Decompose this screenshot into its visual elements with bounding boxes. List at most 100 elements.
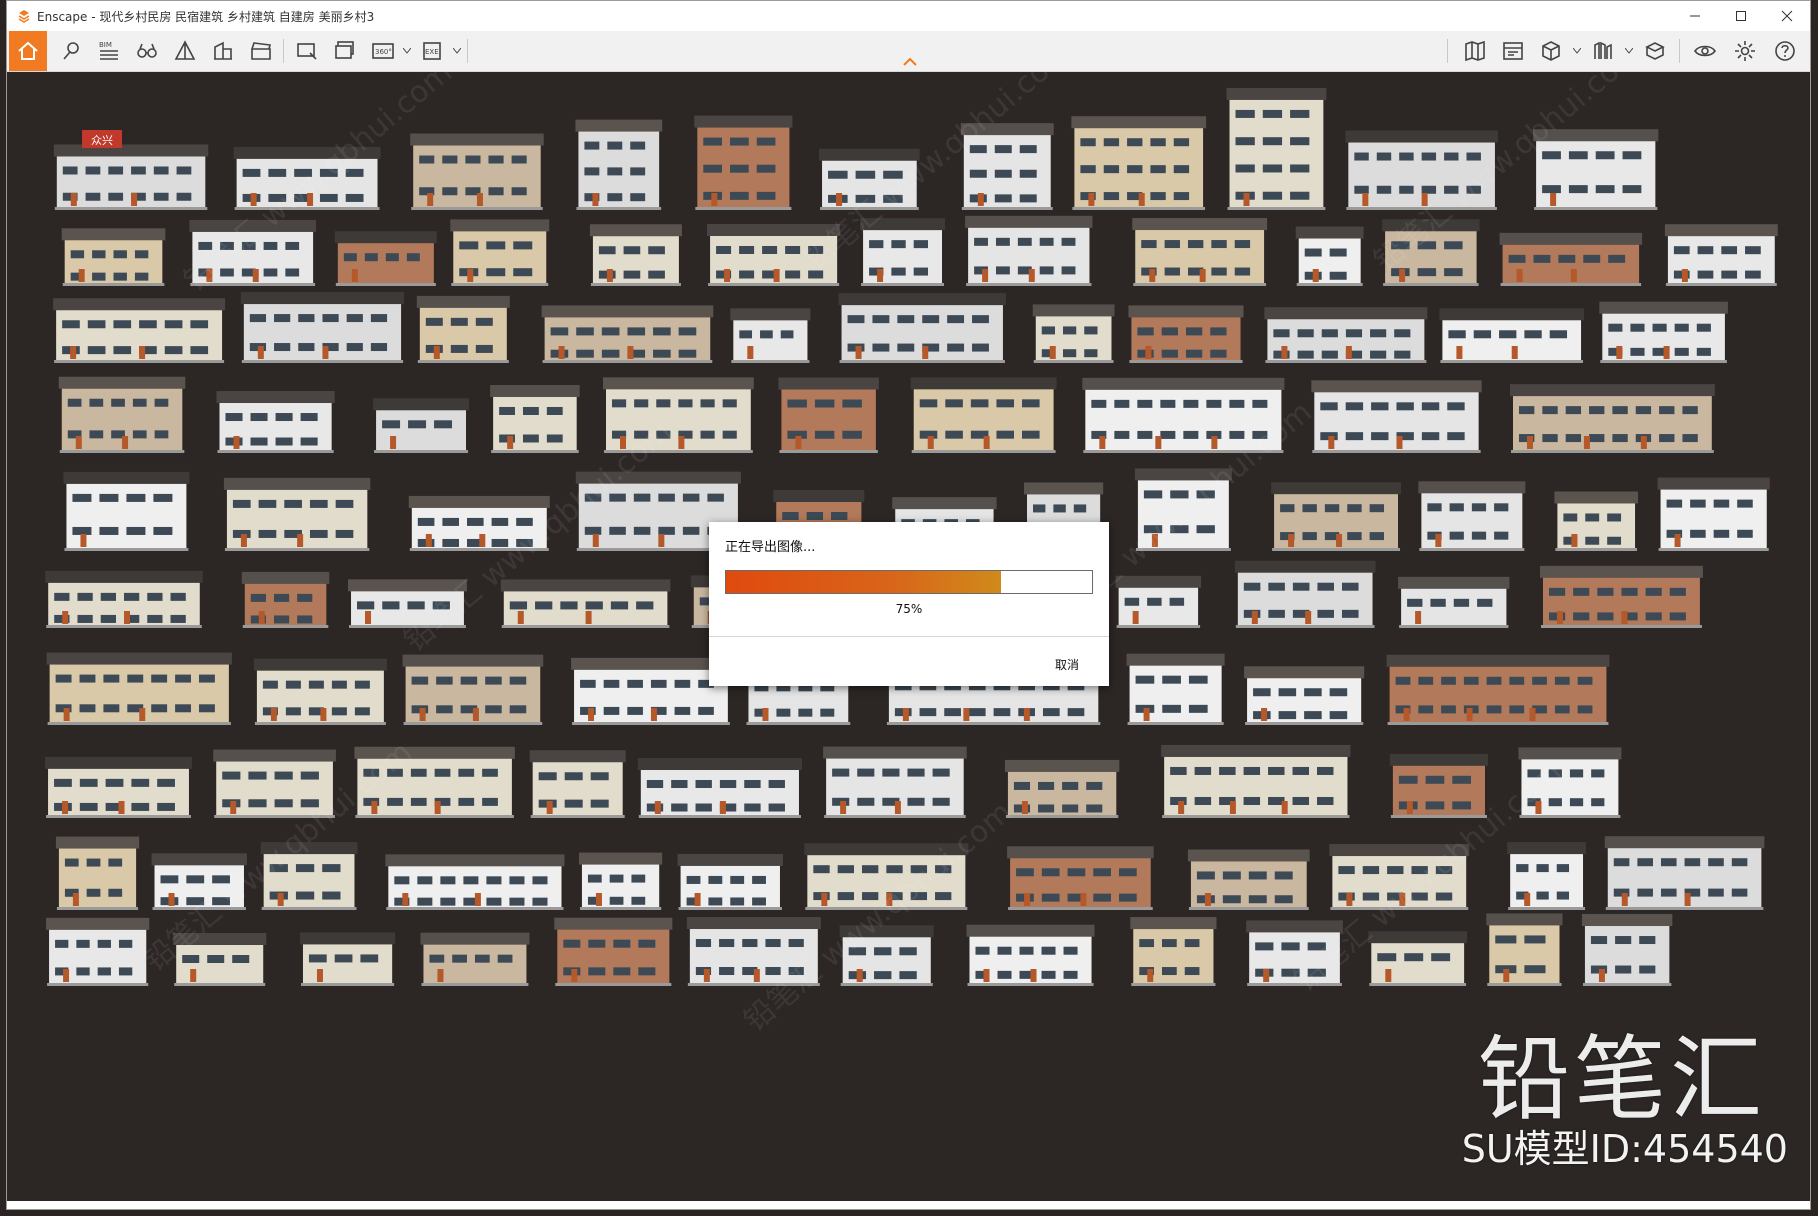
building-model (253, 658, 387, 725)
close-icon (1781, 10, 1793, 22)
main-toolbar: BIM 360° EXE (7, 31, 1810, 72)
building-model (578, 852, 663, 910)
progress-bar-fill (726, 571, 1001, 593)
panorama-button[interactable]: 360° (367, 35, 399, 67)
building-model (216, 391, 335, 453)
building-model (1657, 477, 1770, 551)
close-button[interactable] (1764, 1, 1810, 31)
building-model (1295, 226, 1364, 286)
chevron-down-icon[interactable] (1573, 48, 1581, 54)
building-model (61, 228, 166, 286)
views-button[interactable] (55, 35, 87, 67)
building-model (1599, 301, 1728, 363)
building-model (1004, 759, 1120, 818)
building-model (838, 293, 1006, 363)
building-model (910, 377, 1057, 453)
maximize-button[interactable] (1718, 1, 1764, 31)
building-model (1382, 219, 1480, 286)
building-model (602, 377, 754, 453)
export-exe-button[interactable]: EXE (417, 35, 449, 67)
building-model (233, 146, 381, 210)
building-model (1234, 560, 1376, 628)
material-button[interactable] (1639, 35, 1671, 67)
video-button[interactable] (245, 35, 277, 67)
building-model (490, 384, 580, 453)
video-editor-button[interactable] (1497, 35, 1529, 67)
building-model (240, 292, 405, 363)
building-model (1115, 575, 1202, 628)
building-icon (214, 41, 232, 60)
video-editor-icon (1503, 42, 1523, 60)
chevron-down-icon[interactable] (453, 48, 461, 54)
building-model (1032, 304, 1115, 363)
bim-button[interactable]: BIM (93, 35, 125, 67)
help-button[interactable] (1769, 35, 1801, 67)
toolbar-separator (1679, 39, 1680, 63)
view-eye-icon (1694, 45, 1716, 57)
batch-render-button[interactable] (329, 35, 361, 67)
library-button[interactable] (1587, 35, 1619, 67)
building-model (804, 843, 969, 910)
asset-cube-icon (1542, 41, 1560, 61)
cancel-button[interactable]: 取消 (1055, 656, 1079, 673)
building-model (354, 746, 515, 818)
building-model (778, 377, 879, 453)
building-model (529, 750, 626, 818)
building-model (1130, 917, 1217, 986)
chevron-up-icon[interactable] (903, 57, 917, 67)
dialog-title: 正在导出图像... (725, 540, 816, 555)
building-model (860, 218, 946, 286)
building-model (1499, 232, 1643, 286)
building-model (554, 917, 673, 986)
screenshot-button[interactable] (291, 35, 323, 67)
binoculars-icon (137, 43, 157, 58)
building-model (420, 932, 530, 986)
objects-button[interactable] (207, 35, 239, 67)
view-button[interactable] (1689, 35, 1721, 67)
building-model (707, 223, 841, 286)
chevron-down-icon[interactable] (403, 48, 411, 54)
building-model (63, 471, 190, 551)
building-model (151, 853, 247, 910)
tent-icon (174, 40, 196, 60)
building-model (1161, 744, 1351, 818)
building-model (1345, 130, 1498, 210)
building-model (373, 398, 470, 453)
svg-text:360°: 360° (375, 48, 392, 56)
chevron-down-icon[interactable] (1625, 48, 1633, 54)
minimize-button[interactable] (1672, 1, 1718, 31)
building-model (1533, 129, 1659, 210)
settings-button[interactable] (1729, 35, 1761, 67)
building-model (46, 917, 150, 986)
building-model (1264, 307, 1428, 363)
building-model (966, 924, 1095, 986)
material-icon (1645, 42, 1665, 60)
map-button[interactable] (1459, 35, 1491, 67)
building-model (299, 932, 396, 986)
building-model (402, 654, 544, 725)
building-model (1311, 380, 1482, 453)
building-model (450, 219, 550, 286)
building-model (960, 123, 1054, 210)
building-model (1126, 653, 1225, 725)
building-model (1518, 747, 1622, 818)
building-model (348, 579, 467, 628)
maximize-icon (1736, 11, 1746, 21)
walk-mode-button[interactable] (131, 35, 163, 67)
building-model (1368, 931, 1468, 986)
building-model (730, 308, 811, 363)
atmosphere-button[interactable] (169, 35, 201, 67)
building-sign: 众兴 (82, 130, 122, 148)
building-model (46, 652, 232, 725)
home-button[interactable] (9, 31, 47, 71)
building-model (1007, 846, 1154, 910)
building-model (1244, 666, 1365, 725)
screenshot-icon (297, 43, 317, 60)
building-model (1128, 305, 1244, 363)
toolbar-separator (1447, 39, 1448, 63)
building-model (53, 298, 226, 363)
building-model (260, 842, 358, 910)
asset-library-button[interactable] (1535, 35, 1567, 67)
svg-text:EXE: EXE (425, 48, 439, 56)
building-model (410, 133, 544, 210)
